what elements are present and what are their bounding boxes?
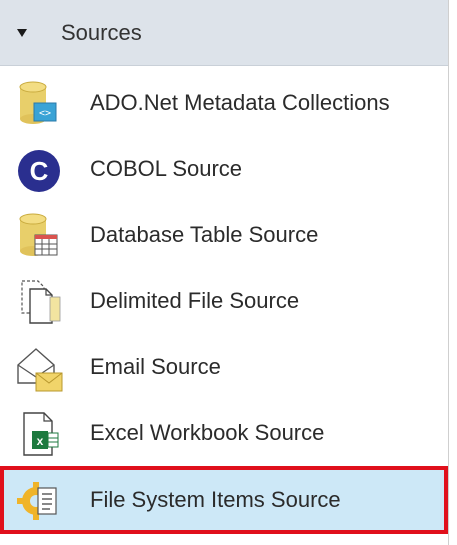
database-table-icon xyxy=(14,211,66,261)
panel-divider xyxy=(448,0,449,545)
list-item-email-source[interactable]: Email Source xyxy=(0,334,448,400)
group-title: Sources xyxy=(61,20,142,45)
item-label: File System Items Source xyxy=(90,487,341,512)
sources-panel: Sources <> ADO.Net Metadata Collections … xyxy=(0,0,457,545)
list-item-cobol-source[interactable]: C COBOL Source xyxy=(0,136,448,202)
list-item-database-table-source[interactable]: Database Table Source xyxy=(0,202,448,268)
item-label: Delimited File Source xyxy=(90,288,300,313)
file-system-items-icon xyxy=(14,476,66,526)
list-item-delimited-file-source[interactable]: Delimited File Source xyxy=(0,268,448,334)
database-code-icon: <> xyxy=(14,79,66,129)
list-item-ado-net-metadata-collections[interactable]: <> ADO.Net Metadata Collections xyxy=(0,70,448,136)
list-item-excel-workbook-source[interactable]: x Excel Workbook Source xyxy=(0,400,448,466)
item-label: Database Table Source xyxy=(90,222,319,247)
cobol-c-icon: C xyxy=(14,145,66,195)
svg-text:x: x xyxy=(37,434,44,448)
svg-text:C: C xyxy=(30,156,49,186)
excel-workbook-icon: x xyxy=(14,409,66,459)
delimited-file-icon xyxy=(14,277,66,327)
list-item-file-system-items-source[interactable]: File System Items Source xyxy=(0,466,448,534)
item-label: COBOL Source xyxy=(90,156,243,181)
item-label: Email Source xyxy=(90,354,221,379)
email-icon xyxy=(14,343,66,393)
item-label: ADO.Net Metadata Collections xyxy=(90,90,390,115)
svg-text:<>: <> xyxy=(39,108,51,119)
item-label: Excel Workbook Source xyxy=(90,420,325,445)
triangle-down-icon[interactable] xyxy=(17,29,27,37)
sources-group-header[interactable]: Sources xyxy=(0,0,448,66)
